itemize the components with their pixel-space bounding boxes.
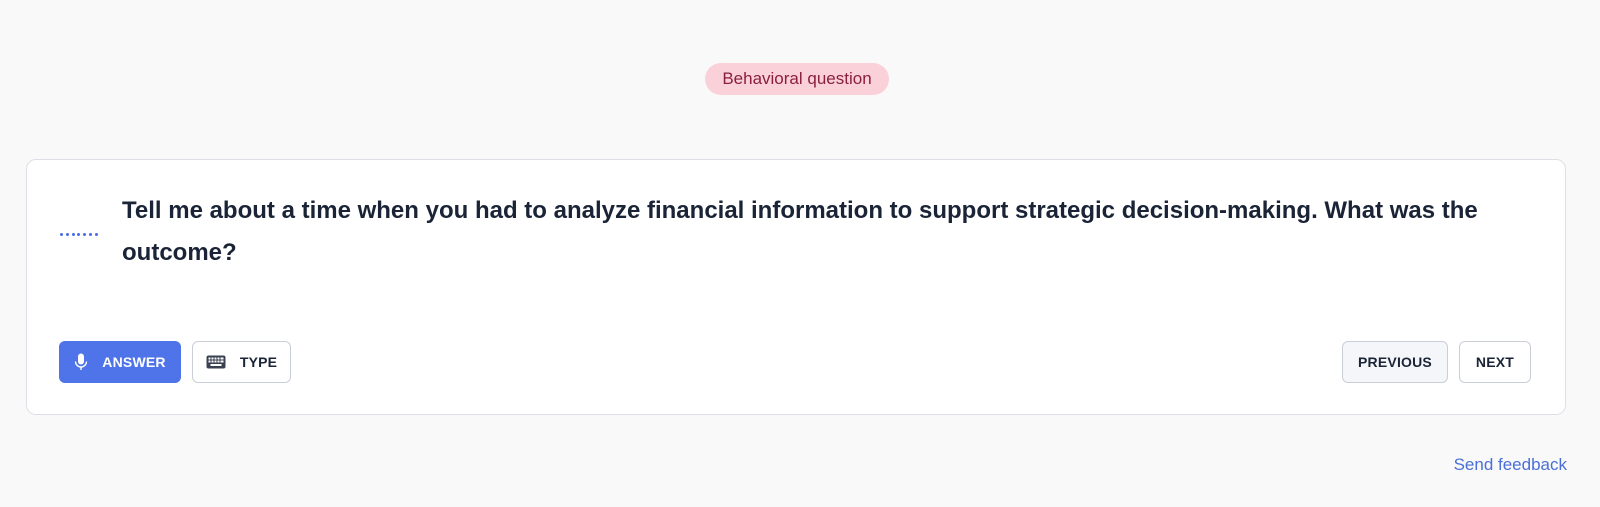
send-feedback-link[interactable]: Send feedback bbox=[1454, 455, 1567, 475]
question-text: Tell me about a time when you had to ana… bbox=[122, 197, 1478, 266]
question-category-badge: Behavioral question bbox=[705, 63, 889, 95]
answer-button-label: ANSWER bbox=[102, 354, 166, 370]
microphone-icon bbox=[74, 353, 88, 371]
next-button[interactable]: NEXT bbox=[1459, 341, 1531, 383]
previous-button[interactable]: PREVIOUS bbox=[1342, 341, 1448, 383]
audio-waveform-indicator bbox=[60, 233, 98, 237]
type-button[interactable]: TYPE bbox=[192, 341, 291, 383]
answer-button[interactable]: ANSWER bbox=[59, 341, 181, 383]
type-button-label: TYPE bbox=[239, 354, 278, 370]
question-card: Tell me about a time when you had to ana… bbox=[26, 159, 1566, 415]
keyboard-icon bbox=[206, 355, 226, 369]
